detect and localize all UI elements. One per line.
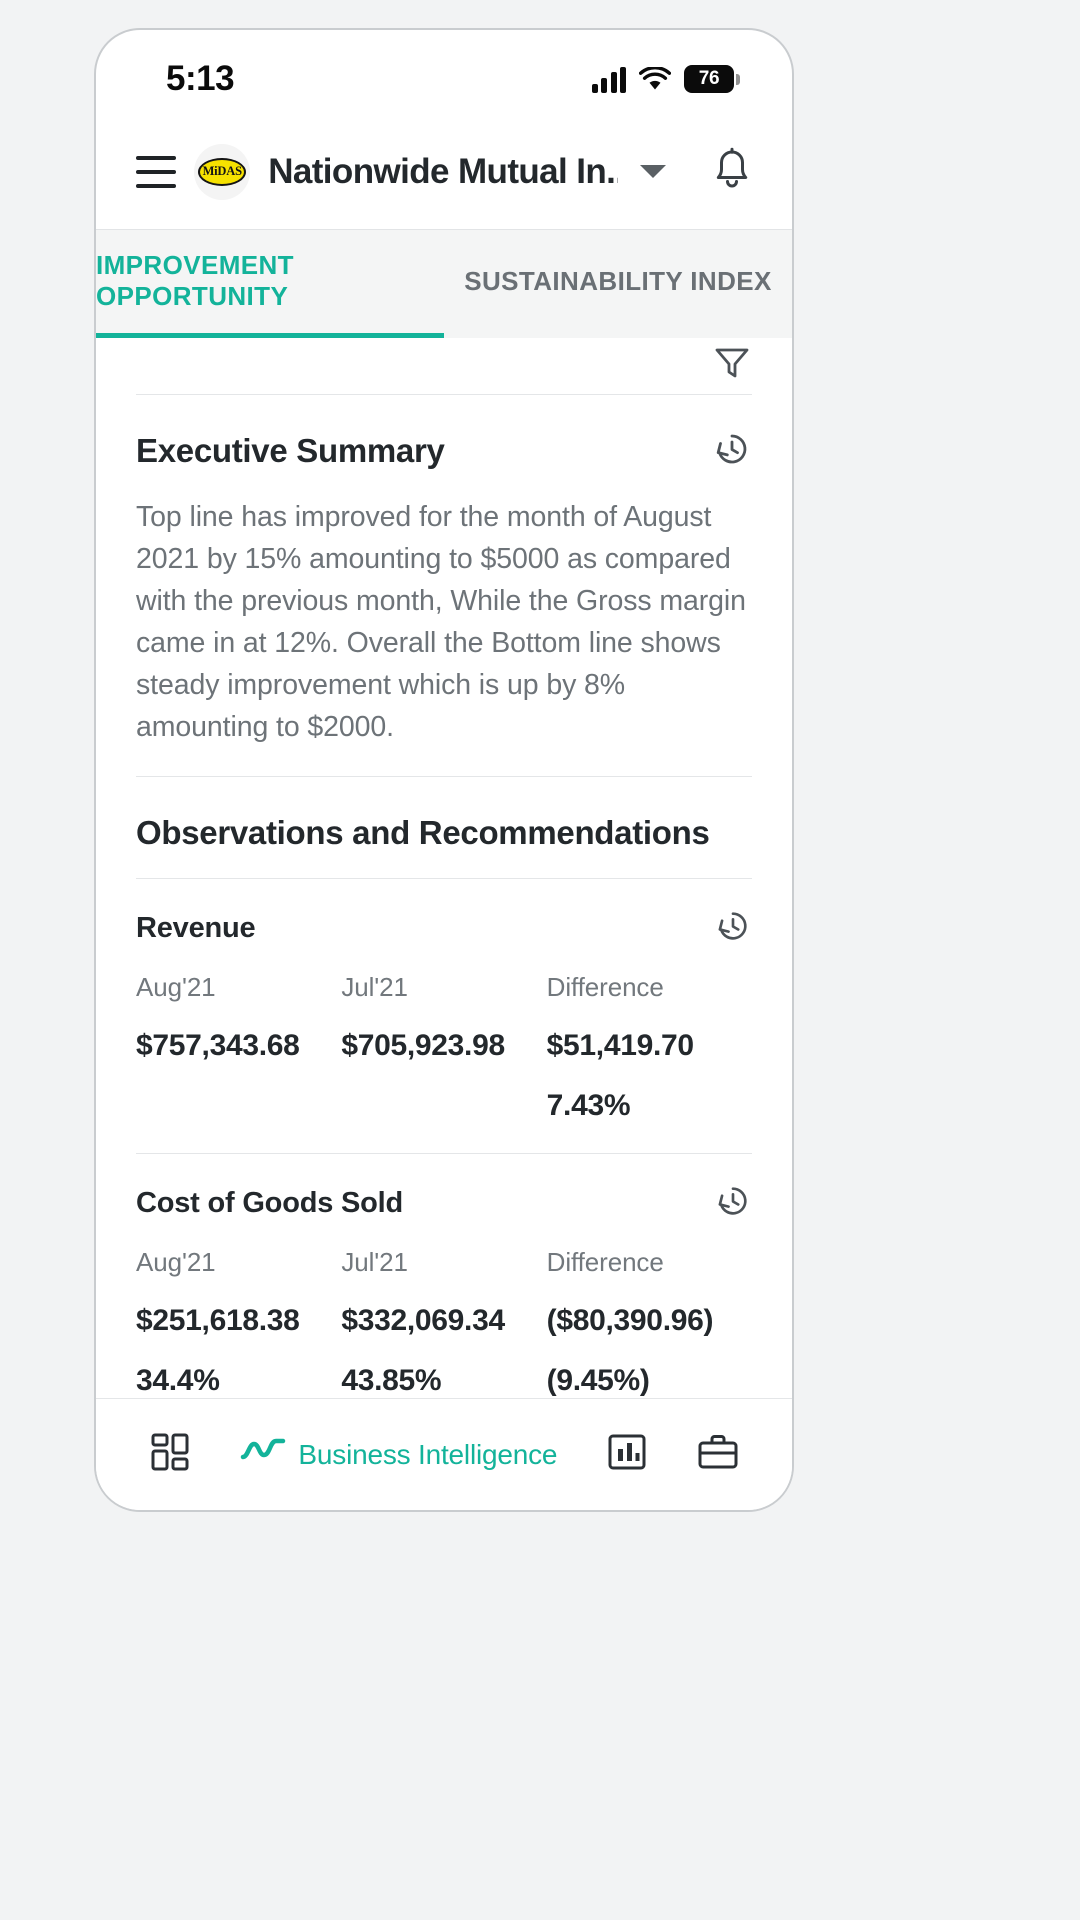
metric-percent <box>341 1089 546 1123</box>
column-header: Jul'21 <box>341 972 408 1002</box>
nav-item-dashboard[interactable] <box>148 1430 192 1479</box>
history-icon[interactable] <box>714 1182 752 1225</box>
battery-icon: 76 <box>684 65 740 93</box>
tab-sustainability-index[interactable]: SUSTAINABILITY INDEX <box>444 230 792 338</box>
executive-summary-title: Executive Summary <box>136 432 445 470</box>
executive-summary-body: Top line has improved for the month of A… <box>136 500 746 743</box>
metric-cost-of-goods-sold: Cost of Goods Sold Aug'21 Jul'21 Differe… <box>136 1154 752 1398</box>
metric-header: Cost of Goods Sold <box>136 1182 752 1247</box>
metric-header: Revenue <box>136 907 752 972</box>
midas-logo-icon: MiDAS <box>194 143 251 200</box>
metric-percent: 34.4% <box>136 1364 220 1397</box>
history-icon[interactable] <box>712 429 752 474</box>
nav-label-business-intelligence: Business Intelligence <box>298 1438 558 1470</box>
filter-toolbar <box>136 338 752 395</box>
briefcase-icon <box>696 1431 740 1478</box>
metric-name: Revenue <box>136 912 256 944</box>
metric-amount: $251,618.38 <box>136 1304 300 1337</box>
metric-name: Cost of Goods Sold <box>136 1187 404 1219</box>
column-header: Difference <box>546 1247 664 1277</box>
status-indicators: 76 <box>591 65 740 93</box>
status-time: 5:13 <box>166 59 235 98</box>
wifi-icon <box>638 66 672 93</box>
history-icon[interactable] <box>714 907 752 950</box>
column-header: Aug'21 <box>136 972 216 1002</box>
observations-title: Observations and Recommendations <box>136 814 710 852</box>
dashboard-grid-icon <box>148 1430 192 1479</box>
metric-amount: $332,069.34 <box>341 1304 505 1337</box>
metric-table: Aug'21 Jul'21 Difference $251,618.38 $33… <box>136 1247 752 1398</box>
bell-icon[interactable] <box>710 146 754 197</box>
metric-revenue: Revenue Aug'21 Jul'21 Difference $757,34… <box>136 879 752 1154</box>
executive-summary-header: Executive Summary <box>136 395 752 474</box>
column-header: Difference <box>546 972 664 1002</box>
bar-chart-icon <box>606 1431 648 1478</box>
app-bar: MiDAS Nationwide Mutual In... <box>96 114 792 230</box>
status-bar: 5:13 76 <box>96 30 792 114</box>
tab-bar: IMPROVEMENT OPPORTUNITY SUSTAINABILITY I… <box>96 230 792 338</box>
metric-amount: ($80,390.96) <box>546 1304 714 1337</box>
nav-item-business-intelligence[interactable]: Business Intelligence <box>240 1435 557 1474</box>
metric-amount: $705,923.98 <box>341 1029 505 1062</box>
metric-percent: 7.43% <box>546 1089 631 1122</box>
screen-root: 5:13 76 MiDAS Nationwide Mutual In... IM… <box>0 0 1080 1920</box>
column-header: Jul'21 <box>341 1247 408 1277</box>
tab-improvement-opportunity[interactable]: IMPROVEMENT OPPORTUNITY <box>96 230 444 338</box>
phone-frame: 5:13 76 MiDAS Nationwide Mutual In... IM… <box>94 28 794 1512</box>
column-header: Aug'21 <box>136 1247 216 1277</box>
main-content: Executive Summary Top line has improved … <box>96 338 792 1398</box>
bottom-navigation: Business Intelligence <box>96 1398 792 1510</box>
metric-percent <box>136 1089 341 1123</box>
metric-amount: $51,419.70 <box>546 1029 694 1062</box>
trending-chart-icon <box>240 1435 286 1474</box>
metric-table: Aug'21 Jul'21 Difference $757,343.68 $70… <box>136 972 752 1123</box>
nav-item-reports[interactable] <box>606 1431 648 1478</box>
hamburger-menu-icon[interactable] <box>136 155 177 188</box>
cellular-signal-icon <box>591 67 626 93</box>
battery-level: 76 <box>698 68 720 89</box>
metric-percent: 43.85% <box>341 1364 442 1397</box>
nav-item-portfolio[interactable] <box>696 1431 740 1478</box>
tab-active-indicator <box>96 333 444 338</box>
filter-icon[interactable] <box>712 343 752 388</box>
logo-text: MiDAS <box>202 164 242 178</box>
page-title: Nationwide Mutual In... <box>268 151 618 191</box>
metric-amount: $757,343.68 <box>136 1029 300 1062</box>
chevron-down-icon[interactable] <box>640 165 666 178</box>
metric-percent: (9.45%) <box>546 1364 650 1397</box>
